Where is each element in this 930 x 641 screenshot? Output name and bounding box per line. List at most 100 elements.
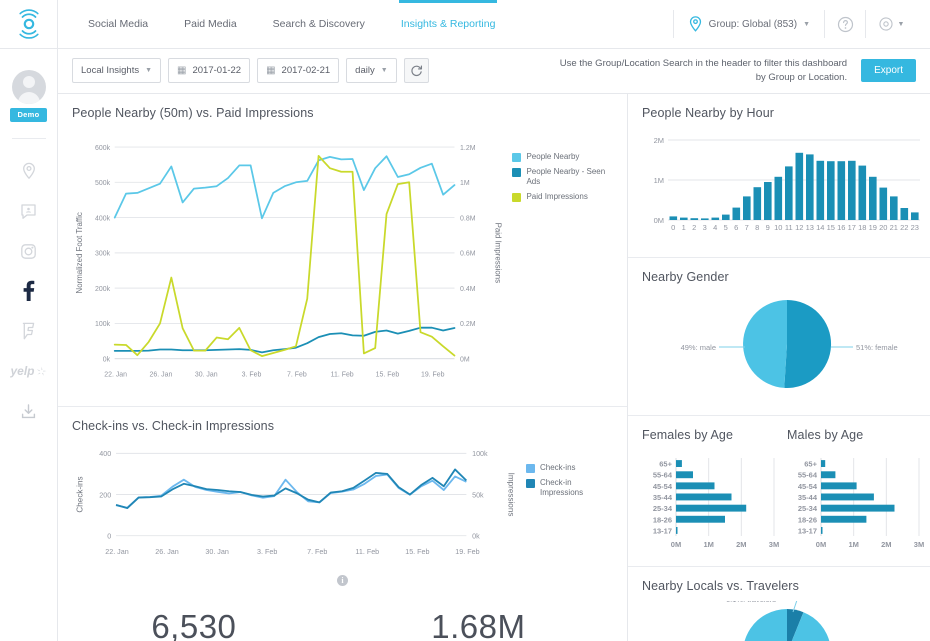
bar-chart-females-age: 65+55-6445-5435-4425-3418-2613-170M1M2M3… <box>642 450 787 555</box>
sidebar-item-facebook-icon[interactable] <box>7 271 51 311</box>
yelp-burst-icon <box>36 366 47 377</box>
svg-text:51%: female: 51%: female <box>856 343 898 352</box>
sidebar-item-instagram-icon[interactable] <box>7 231 51 271</box>
svg-text:Impressions: Impressions <box>506 472 515 516</box>
legend-item[interactable]: Check-in Impressions <box>526 478 613 498</box>
demo-badge: Demo <box>10 108 46 122</box>
svg-text:6.1%: travelers: 6.1%: travelers <box>726 601 776 604</box>
sidebar-item-yelp-icon[interactable]: yelp <box>7 351 51 391</box>
view-select[interactable]: Local Insights ▼ <box>72 58 161 83</box>
app-logo[interactable] <box>0 0 57 49</box>
panel-males-by-age: Males by Age 65+55-6445-5435-4425-3418-2… <box>787 428 930 560</box>
granularity-select[interactable]: daily ▼ <box>346 58 396 83</box>
legend-item[interactable]: People Nearby <box>512 152 613 162</box>
svg-text:7: 7 <box>745 223 749 232</box>
svg-text:9: 9 <box>766 223 770 232</box>
export-button[interactable]: Export <box>861 59 916 82</box>
svg-text:16: 16 <box>837 223 845 232</box>
panel-locals-vs-travelers: Nearby Locals vs. Travelers 6.1%: travel… <box>628 567 930 641</box>
nav-tab-insights-reporting[interactable]: Insights & Reporting <box>383 0 514 49</box>
settings-button[interactable]: ▼ <box>866 0 916 49</box>
legend-item[interactable]: People Nearby - Seen Ads <box>512 167 613 187</box>
nav-tab-paid-media[interactable]: Paid Media <box>166 0 255 49</box>
svg-text:7. Feb: 7. Feb <box>287 371 307 378</box>
legend-item[interactable]: Paid Impressions <box>512 192 613 202</box>
chart-with-legend: 02004000k50k100kCheck-insImpressions22. … <box>72 441 613 571</box>
svg-text:14: 14 <box>816 223 824 232</box>
stat-checkin-impressions: 1.68M Check-in Impressions <box>423 608 534 641</box>
svg-text:11: 11 <box>785 223 793 232</box>
user-avatar-block[interactable]: Demo <box>0 70 57 134</box>
dashboard-board: People Nearby (50m) vs. Paid Impressions… <box>58 94 930 641</box>
svg-text:0M: 0M <box>654 216 664 225</box>
svg-text:18: 18 <box>858 223 866 232</box>
panel-age-breakdown: Females by Age 65+55-6445-5435-4425-3418… <box>628 416 930 566</box>
legend-swatch <box>526 479 535 488</box>
help-button[interactable] <box>825 0 865 49</box>
svg-text:1M: 1M <box>460 180 470 187</box>
sidebar-item-download-icon[interactable] <box>7 391 51 431</box>
svg-text:18-26: 18-26 <box>798 515 817 524</box>
svg-text:49%: male: 49%: male <box>681 343 716 352</box>
svg-text:22: 22 <box>900 223 908 232</box>
legend-swatch <box>512 168 521 177</box>
svg-text:Check-ins: Check-ins <box>76 476 85 512</box>
chevron-down-icon: ▼ <box>145 67 152 74</box>
svg-text:4: 4 <box>713 223 717 232</box>
svg-text:0k: 0k <box>472 532 480 540</box>
svg-text:30. Jan: 30. Jan <box>195 371 218 378</box>
svg-text:0k: 0k <box>103 356 111 363</box>
svg-text:21: 21 <box>890 223 898 232</box>
chevron-down-icon: ▼ <box>803 21 810 28</box>
svg-text:3M: 3M <box>914 540 924 549</box>
sidebar-item-message-icon[interactable] <box>7 191 51 231</box>
group-selector-label: Group: Global (853) <box>709 19 797 30</box>
svg-text:15. Feb: 15. Feb <box>405 548 429 556</box>
nav-right-cluster: Group: Global (853) ▼ <box>673 0 916 49</box>
svg-text:0.2M: 0.2M <box>460 321 476 328</box>
board-left-column: People Nearby (50m) vs. Paid Impressions… <box>58 94 628 641</box>
svg-text:13-17: 13-17 <box>653 526 672 535</box>
date-to-input[interactable]: ▦ 2017-02-21 <box>257 58 339 83</box>
svg-text:7. Feb: 7. Feb <box>307 548 327 556</box>
svg-text:1M: 1M <box>654 176 664 185</box>
yelp-wordmark: yelp <box>10 364 34 378</box>
info-indicator[interactable]: i <box>72 571 613 586</box>
left-rail: Demo <box>0 0 58 641</box>
svg-text:19. Feb: 19. Feb <box>421 371 445 378</box>
date-from-input[interactable]: ▦ 2017-01-22 <box>168 58 250 83</box>
nav-tab-social-media[interactable]: Social Media <box>70 0 166 49</box>
svg-text:1M: 1M <box>703 540 713 549</box>
sidebar-item-location-pin-icon[interactable] <box>7 151 51 191</box>
svg-text:1: 1 <box>682 223 686 232</box>
legend-item[interactable]: Check-ins <box>526 463 613 473</box>
svg-text:25-34: 25-34 <box>653 504 673 513</box>
chart-with-legend: 0k100k200k300k400k500k600k0M0.2M0.4M0.6M… <box>72 128 613 400</box>
svg-text:10: 10 <box>774 223 782 232</box>
svg-text:0.8M: 0.8M <box>460 215 476 222</box>
panel-title: Females by Age <box>642 428 787 442</box>
toolbar-controls: Local Insights ▼ ▦ 2017-01-22 ▦ 2017-02-… <box>72 58 429 83</box>
board-right-column: People Nearby by Hour 0M1M2M012345678910… <box>628 94 930 641</box>
svg-text:11. Feb: 11. Feb <box>355 548 379 556</box>
svg-text:1.2M: 1.2M <box>460 145 476 152</box>
sidebar-item-foursquare-icon[interactable] <box>7 311 51 351</box>
refresh-button[interactable] <box>404 58 429 83</box>
top-navigation: Social Media Paid Media Search & Discove… <box>58 0 930 49</box>
svg-text:2: 2 <box>692 223 696 232</box>
toolbar-note: Use the Group/Location Search in the hea… <box>560 57 861 85</box>
svg-text:1M: 1M <box>848 540 858 549</box>
svg-text:3: 3 <box>703 223 707 232</box>
svg-text:200: 200 <box>99 491 111 499</box>
svg-text:13-17: 13-17 <box>798 526 817 535</box>
svg-text:3. Feb: 3. Feb <box>242 371 262 378</box>
svg-text:0: 0 <box>671 223 675 232</box>
panel-title: People Nearby (50m) vs. Paid Impressions <box>72 106 613 120</box>
svg-text:22. Jan: 22. Jan <box>104 371 127 378</box>
instagram-icon <box>20 243 37 260</box>
location-pin-icon <box>21 162 37 180</box>
nav-tab-search-discovery[interactable]: Search & Discovery <box>255 0 383 49</box>
view-select-label: Local Insights <box>81 65 139 76</box>
group-selector[interactable]: Group: Global (853) ▼ <box>674 10 824 38</box>
svg-text:18-26: 18-26 <box>653 515 672 524</box>
